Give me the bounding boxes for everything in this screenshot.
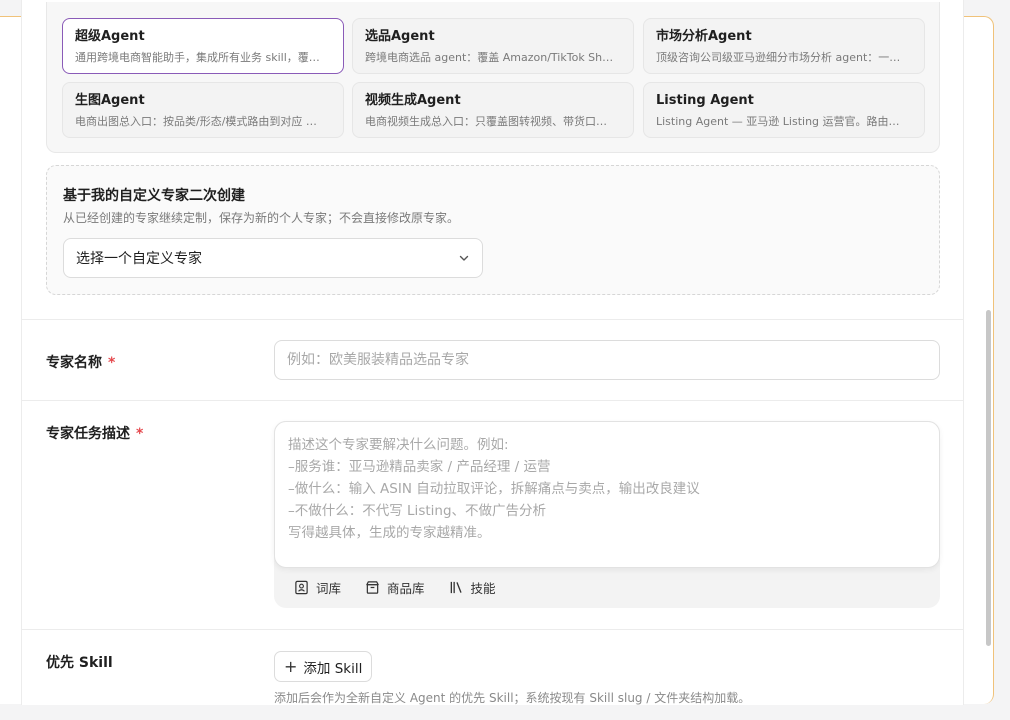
- expert-desc-label-text: 专家任务描述: [46, 426, 130, 442]
- add-skill-button[interactable]: + 添加 Skill: [274, 651, 373, 682]
- expert-desc-container: 描述这个专家要解决什么问题。例如: –服务谁：亚马逊精品卖家 / 产品经理 / …: [274, 421, 940, 608]
- books-icon: [450, 581, 462, 594]
- store-icon: [366, 581, 379, 594]
- chevron-down-icon: [459, 255, 469, 261]
- skills-label: 技能: [470, 581, 496, 596]
- expert-name-label-text: 专家名称: [46, 355, 102, 371]
- add-skill-label: 添加 Skill: [303, 660, 363, 677]
- required-mark: *: [136, 426, 144, 442]
- agent-card-video-gen[interactable]: 视频生成Agent 电商视频生成总入口：只覆盖图转视频、带货口…: [352, 82, 634, 138]
- agent-name: 超级Agent: [75, 29, 145, 44]
- product-library-button[interactable]: 商品库: [365, 578, 425, 597]
- scrollbar-thumb[interactable]: [986, 310, 991, 646]
- agent-name: 视频生成Agent: [365, 93, 461, 108]
- agent-card-listing[interactable]: Listing Agent Listing Agent — 亚马逊 Listin…: [643, 82, 925, 138]
- divider: [22, 629, 964, 630]
- expert-name-label: 专家名称 *: [46, 352, 115, 372]
- lexicon-icon: [295, 580, 308, 595]
- desc-toolbar: 词库 商品库 技能: [294, 578, 496, 597]
- placeholder-line: –不做什么：不代写 Listing、不做广告分析: [288, 503, 547, 519]
- agent-desc: 通用跨境电商智能助手，集成所有业务 skill，覆…: [75, 51, 320, 64]
- custom-expert-select[interactable]: 选择一个自定义专家: [63, 238, 483, 278]
- lexicon-label: 词库: [316, 581, 342, 596]
- agent-desc: 电商视频生成总入口：只覆盖图转视频、带货口…: [365, 115, 607, 128]
- agent-desc: 电商出图总入口：按品类/形态/模式路由到对应 …: [75, 115, 317, 128]
- agent-card-super[interactable]: 超级Agent 通用跨境电商智能助手，集成所有业务 skill，覆…: [62, 18, 344, 74]
- product-library-label: 商品库: [387, 581, 425, 596]
- custom-expert-select-value: 选择一个自定义专家: [76, 251, 202, 267]
- agent-desc: Listing Agent — 亚马逊 Listing 运营官。路由…: [656, 115, 900, 128]
- expert-name-input[interactable]: [274, 340, 940, 380]
- custom-expert-subtitle: 从已经创建的专家继续定制，保存为新的个人专家；不会直接修改原专家。: [63, 211, 460, 225]
- agent-name: 生图Agent: [75, 93, 145, 108]
- divider: [22, 400, 964, 401]
- custom-expert-title: 基于我的自定义专家二次创建: [63, 188, 245, 204]
- agent-name: 选品Agent: [365, 29, 435, 44]
- agent-name: 市场分析Agent: [656, 29, 752, 44]
- plus-icon: +: [284, 656, 298, 676]
- custom-expert-section: 基于我的自定义专家二次创建 从已经创建的专家继续定制，保存为新的个人专家；不会直…: [46, 165, 940, 295]
- placeholder-line: 写得越具体，生成的专家越精准。: [288, 525, 491, 541]
- skill-hint: 添加后会作为全新自定义 Agent 的优先 Skill；系统按现有 Skill …: [274, 691, 751, 705]
- agent-desc: 跨境电商选品 agent：覆盖 Amazon/TikTok Sh…: [365, 51, 614, 64]
- agent-card-selection[interactable]: 选品Agent 跨境电商选品 agent：覆盖 Amazon/TikTok Sh…: [352, 18, 634, 74]
- agent-card-image-gen[interactable]: 生图Agent 电商出图总入口：按品类/形态/模式路由到对应 …: [62, 82, 344, 138]
- required-mark: *: [108, 355, 116, 371]
- priority-skill-label: 优先 Skill: [46, 655, 113, 671]
- placeholder-line: 描述这个专家要解决什么问题。例如:: [288, 437, 509, 453]
- placeholder-line: –服务谁：亚马逊精品卖家 / 产品经理 / 运营: [288, 459, 551, 475]
- placeholder-line: –做什么：输入 ASIN 自动拉取评论，拆解痛点与卖点，输出改良建议: [288, 481, 700, 497]
- agent-card-market-analysis[interactable]: 市场分析Agent 顶级咨询公司级亚马逊细分市场分析 agent：一…: [643, 18, 925, 74]
- divider: [22, 319, 964, 320]
- agent-desc: 顶级咨询公司级亚马逊细分市场分析 agent：一…: [656, 51, 901, 64]
- expert-desc-textarea[interactable]: 描述这个专家要解决什么问题。例如: –服务谁：亚马逊精品卖家 / 产品经理 / …: [274, 421, 940, 568]
- agent-name: Listing Agent: [656, 93, 754, 108]
- lexicon-button[interactable]: 词库: [294, 578, 341, 597]
- expert-desc-label: 专家任务描述 *: [46, 423, 143, 443]
- agent-template-grid: 超级Agent 通用跨境电商智能助手，集成所有业务 skill，覆… 选品Age…: [46, 2, 940, 153]
- skills-button[interactable]: 技能: [449, 578, 496, 597]
